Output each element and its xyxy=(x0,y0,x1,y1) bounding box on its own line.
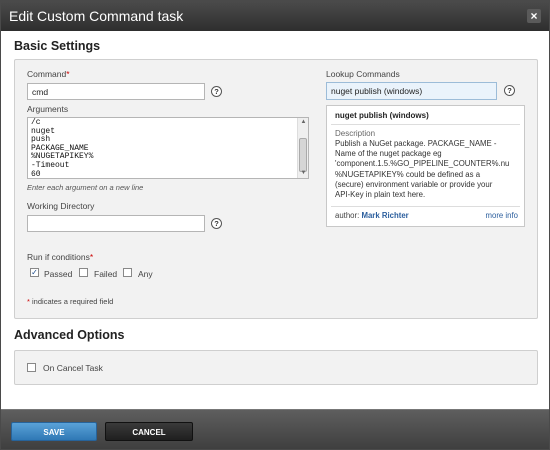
working-directory-help-icon[interactable]: ? xyxy=(211,218,222,229)
close-icon[interactable]: × xyxy=(527,9,541,23)
advanced-options-title: Advanced Options xyxy=(14,328,125,342)
card-divider xyxy=(331,124,520,125)
command-input[interactable]: cmd xyxy=(27,83,205,100)
scroll-down-icon[interactable]: ▼ xyxy=(299,169,308,178)
lookup-card-description: Publish a NuGet package. PACKAGE_NAME - … xyxy=(335,139,510,200)
basic-settings-panel: Command* cmd ? Arguments /c nuget push P… xyxy=(14,59,538,319)
working-directory-label: Working Directory xyxy=(27,201,95,211)
dialog-footer: SAVE CANCEL xyxy=(1,409,549,449)
lookup-commands-label: Lookup Commands xyxy=(326,69,400,79)
run-if-failed-checkbox[interactable] xyxy=(79,268,88,277)
advanced-options-panel: On Cancel Task xyxy=(14,350,538,385)
lookup-card-title: nuget publish (windows) xyxy=(335,111,429,120)
command-help-icon[interactable]: ? xyxy=(211,86,222,97)
required-note: * indicates a required field xyxy=(27,297,114,306)
lookup-result-card: nuget publish (windows) Description Publ… xyxy=(326,105,525,227)
card-divider xyxy=(331,206,520,207)
more-info-link[interactable]: more info xyxy=(485,211,518,220)
dialog-titlebar: Edit Custom Command task × xyxy=(1,1,549,31)
arguments-label: Arguments xyxy=(27,104,69,114)
run-if-any-checkbox[interactable] xyxy=(123,268,132,277)
arguments-text: /c nuget push PACKAGE_NAME %NUGETAPIKEY%… xyxy=(31,118,94,179)
on-cancel-task-label: On Cancel Task xyxy=(43,363,103,373)
lookup-card-description-label: Description xyxy=(335,129,376,138)
arguments-textarea[interactable]: /c nuget push PACKAGE_NAME %NUGETAPIKEY%… xyxy=(27,117,309,179)
lookup-help-icon[interactable]: ? xyxy=(504,85,515,96)
arguments-scrollbar[interactable]: ▲ ▼ xyxy=(297,118,308,178)
arguments-hint: Enter each argument on a new line xyxy=(27,183,144,192)
run-if-failed-label: Failed xyxy=(94,269,118,279)
run-if-label: Run if conditions* xyxy=(27,252,94,262)
run-if-passed-label: Passed xyxy=(44,269,73,279)
run-if-any-label: Any xyxy=(138,269,153,279)
lookup-card-author: author: Mark Richter xyxy=(335,211,409,220)
basic-settings-title: Basic Settings xyxy=(14,39,101,53)
run-if-passed-checkbox[interactable]: ✓ xyxy=(30,268,39,277)
on-cancel-task-checkbox[interactable] xyxy=(27,363,36,372)
lookup-commands-input[interactable]: nuget publish (windows) xyxy=(326,82,497,100)
scroll-thumb[interactable] xyxy=(299,138,307,172)
scroll-up-icon[interactable]: ▲ xyxy=(299,118,308,127)
dialog-title: Edit Custom Command task xyxy=(9,8,184,24)
cancel-button[interactable]: CANCEL xyxy=(105,422,193,441)
save-button[interactable]: SAVE xyxy=(11,422,97,441)
edit-task-dialog: Edit Custom Command task × Basic Setting… xyxy=(0,0,550,450)
command-label: Command* xyxy=(27,69,70,79)
working-directory-input[interactable] xyxy=(27,215,205,232)
